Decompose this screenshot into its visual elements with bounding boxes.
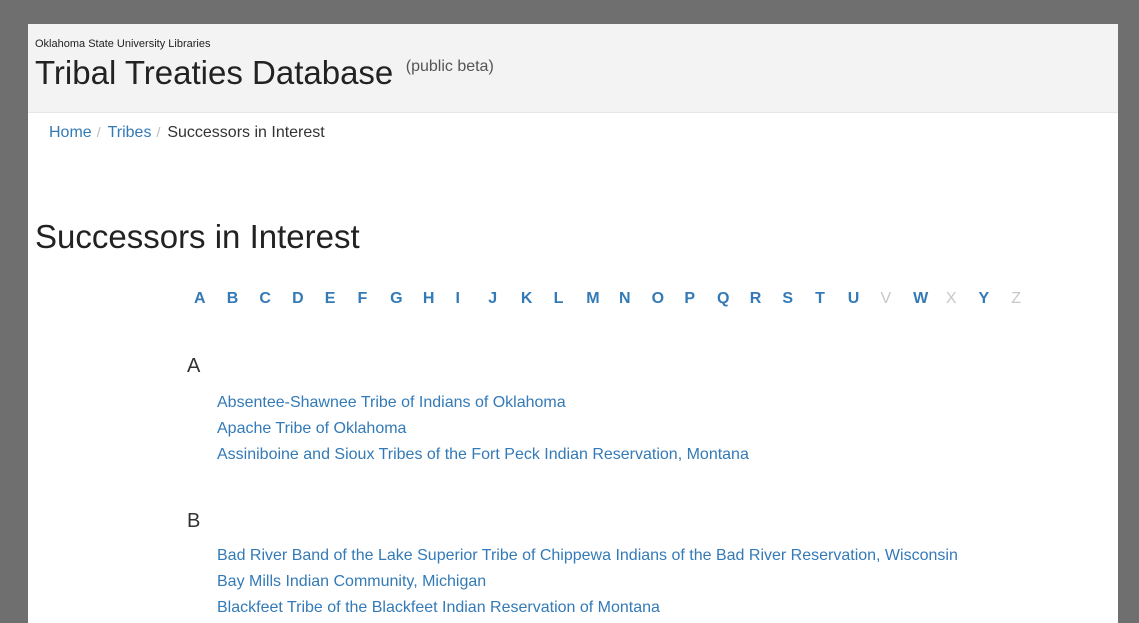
- letter-link-b[interactable]: B: [227, 290, 260, 308]
- breadcrumb-tribes[interactable]: Tribes: [108, 124, 152, 141]
- site-header: Oklahoma State University Libraries Trib…: [28, 24, 1118, 113]
- tribe-list-b: Bad River Band of the Lake Superior Trib…: [217, 543, 958, 621]
- tribe-link[interactable]: Apache Tribe of Oklahoma: [217, 416, 749, 442]
- site-title[interactable]: Tribal Treaties Database: [35, 54, 393, 91]
- tribe-link[interactable]: Assiniboine and Sioux Tribes of the Fort…: [217, 442, 749, 468]
- letter-link-e[interactable]: E: [325, 290, 358, 308]
- letter-link-u[interactable]: U: [848, 290, 881, 308]
- tribe-list-a: Absentee-Shawnee Tribe of Indians of Okl…: [217, 390, 749, 468]
- tribe-link[interactable]: Blackfeet Tribe of the Blackfeet Indian …: [217, 595, 958, 621]
- breadcrumb-current: Successors in Interest: [167, 124, 325, 141]
- org-name: Oklahoma State University Libraries: [35, 38, 211, 50]
- breadcrumb: Home / Tribes / Successors in Interest: [49, 124, 325, 142]
- section-letter-a: A: [187, 355, 201, 377]
- breadcrumb-separator: /: [96, 124, 101, 140]
- letter-link-r[interactable]: R: [750, 290, 783, 308]
- letter-link-d[interactable]: D: [292, 290, 325, 308]
- letter-link-k[interactable]: K: [521, 290, 554, 308]
- letter-link-c[interactable]: C: [259, 290, 292, 308]
- letter-link-g[interactable]: G: [390, 290, 423, 308]
- tribe-link[interactable]: Absentee-Shawnee Tribe of Indians of Okl…: [217, 390, 749, 416]
- breadcrumb-separator: /: [156, 124, 161, 140]
- letter-link-t[interactable]: T: [815, 290, 848, 308]
- letter-link-f[interactable]: F: [357, 290, 390, 308]
- letter-link-h[interactable]: H: [423, 290, 456, 308]
- letter-link-q[interactable]: Q: [717, 290, 750, 308]
- letter-link-l[interactable]: L: [554, 290, 587, 308]
- letter-link-s[interactable]: S: [782, 290, 815, 308]
- letter-link-w[interactable]: W: [913, 290, 946, 308]
- letter-link-o[interactable]: O: [652, 290, 685, 308]
- letter-link-z: Z: [1011, 290, 1021, 307]
- letter-link-v: V: [880, 290, 892, 307]
- site-title-wrap: Tribal Treaties Database (public beta): [35, 54, 494, 92]
- letter-link-j[interactable]: J: [488, 290, 521, 308]
- tribe-link[interactable]: Bad River Band of the Lake Superior Trib…: [217, 543, 958, 569]
- letter-link-n[interactable]: N: [619, 290, 652, 308]
- letter-link-m[interactable]: M: [586, 290, 619, 308]
- letter-link-i[interactable]: I: [456, 290, 489, 308]
- breadcrumb-home[interactable]: Home: [49, 124, 92, 141]
- section-letter-b: B: [187, 510, 201, 532]
- beta-label: (public beta): [405, 58, 494, 75]
- page-title: Successors in Interest: [35, 218, 360, 255]
- tribe-link[interactable]: Bay Mills Indian Community, Michigan: [217, 569, 958, 595]
- letter-link-y[interactable]: Y: [979, 290, 1012, 308]
- letter-link-a[interactable]: A: [194, 290, 227, 308]
- alphabet-nav: ABCDEFGHIJKLMNOPQRSTUV WX YZ: [194, 290, 1044, 308]
- page: Oklahoma State University Libraries Trib…: [28, 24, 1118, 623]
- letter-link-p[interactable]: P: [684, 290, 717, 308]
- letter-link-x: X: [945, 290, 957, 307]
